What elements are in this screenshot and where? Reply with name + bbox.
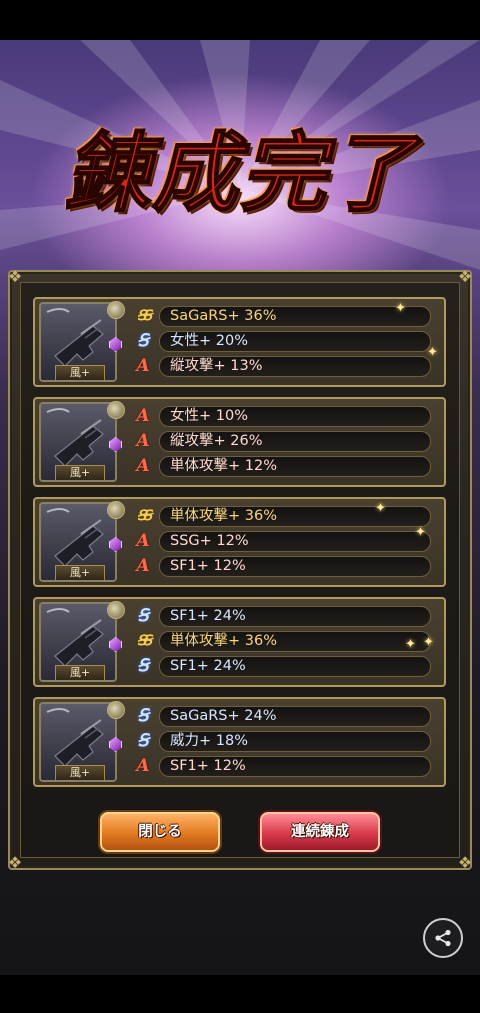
navigation-bar (0, 975, 480, 1013)
result-card: 風+ Ꞩ SF1+ 24% ꞨꞨ 単体攻撃+ 36% Ꞩ SF1+ 24% ✦ ✦ (33, 597, 446, 687)
weapon-thumbnail: 風+ (39, 402, 117, 482)
result-card: 風+ Ꞩ SaGaRS+ 24% Ꞩ 威力+ 18% A SF1+ 12% (33, 697, 446, 787)
page-title: 錬成完了 (63, 122, 416, 225)
stat-line: SF1+ 12% (159, 556, 431, 577)
close-button[interactable]: 閉じる (100, 812, 220, 852)
medal-icon (107, 401, 125, 419)
rank-a-icon: A (136, 431, 150, 451)
sparkle-icon: ✦ (427, 345, 438, 360)
rank-s-icon: Ꞩ (137, 731, 149, 751)
status-bar (0, 0, 480, 40)
stat-line: SF1+ 24% (159, 656, 431, 677)
stat-line: 単体攻撃+ 12% (159, 456, 431, 477)
ornament-icon: ❖ (457, 853, 473, 872)
element-tag: 風+ (55, 765, 105, 780)
rank-a-icon: A (136, 356, 150, 376)
stat-line: SF1+ 12% (159, 756, 431, 777)
result-card: 風+ A 女性+ 10% A 縦攻撃+ 26% A 単体攻撃+ 12% (33, 397, 446, 487)
weapon-thumbnail: 風+ (39, 602, 117, 682)
ornament-icon: ❖ (7, 267, 23, 286)
medal-icon (107, 301, 125, 319)
medal-icon (107, 601, 125, 619)
stat-line: 単体攻撃+ 36% (159, 506, 431, 527)
medal-icon (107, 701, 125, 719)
share-button[interactable] (423, 918, 463, 958)
sparkle-icon: ✦ (405, 637, 416, 652)
rank-a-icon: A (136, 406, 150, 426)
sparkle-icon: ✦ (395, 301, 406, 316)
share-icon (435, 929, 451, 947)
element-tag: 風+ (55, 565, 105, 580)
rank-s-icon: Ꞩ (137, 606, 149, 626)
stat-line: 縦攻撃+ 26% (159, 431, 431, 452)
rank-ss-icon: ꞨꞨ (137, 508, 152, 524)
element-tag: 風+ (55, 365, 105, 380)
medal-icon (107, 501, 125, 519)
continuous-refine-button[interactable]: 連続錬成 (260, 812, 380, 852)
result-card: 風+ ꞨꞨ 単体攻撃+ 36% A SSG+ 12% A SF1+ 12% ✦ ✦ (33, 497, 446, 587)
stat-line: 縦攻撃+ 13% (159, 356, 431, 377)
title-banner: 錬成完了 (40, 100, 440, 230)
weapon-thumbnail: 風+ (39, 502, 117, 582)
rank-s-icon: Ꞩ (137, 706, 149, 726)
rank-a-icon: A (136, 756, 150, 776)
element-tag: 風+ (55, 465, 105, 480)
element-tag: 風+ (55, 665, 105, 680)
stat-line: SaGaRS+ 36% (159, 306, 431, 327)
rank-a-icon: A (136, 556, 150, 576)
sparkle-icon: ✦ (423, 635, 434, 650)
stat-line: 女性+ 20% (159, 331, 431, 352)
rank-ss-icon: ꞨꞨ (137, 308, 152, 324)
stat-line: 女性+ 10% (159, 406, 431, 427)
weapon-thumbnail: 風+ (39, 302, 117, 382)
stat-line: 威力+ 18% (159, 731, 431, 752)
sparkle-icon: ✦ (415, 525, 426, 540)
stat-line: SaGaRS+ 24% (159, 706, 431, 727)
stat-line: 単体攻撃+ 36% (159, 631, 431, 652)
rank-s-icon: Ꞩ (137, 331, 149, 351)
stat-line: SF1+ 24% (159, 606, 431, 627)
result-card: 風+ ꞨꞨ SaGaRS+ 36% Ꞩ 女性+ 20% A 縦攻撃+ 13% ✦ ✦ (33, 297, 446, 387)
rank-a-icon: A (136, 531, 150, 551)
rank-a-icon: A (136, 456, 150, 476)
ornament-icon: ❖ (457, 267, 473, 286)
ornament-icon: ❖ (7, 853, 23, 872)
rank-ss-icon: ꞨꞨ (137, 633, 152, 649)
stat-line: SSG+ 12% (159, 531, 431, 552)
weapon-thumbnail: 風+ (39, 702, 117, 782)
rank-s-icon: Ꞩ (137, 656, 149, 676)
sparkle-icon: ✦ (375, 501, 386, 516)
